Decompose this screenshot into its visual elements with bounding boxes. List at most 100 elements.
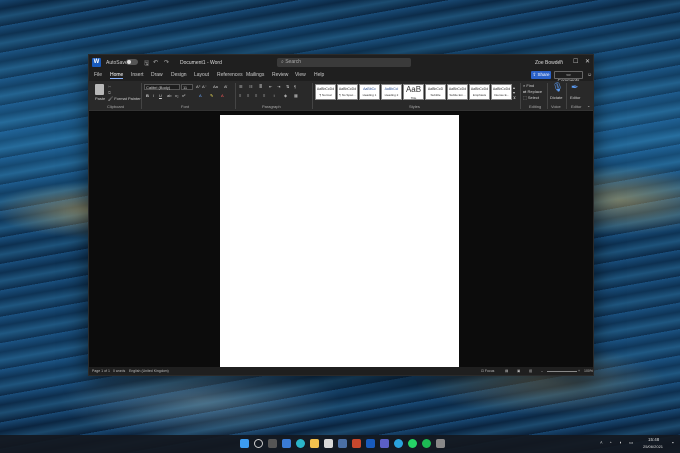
style-subtle-emphasis[interactable]: AaBbCcDd Subtle Em... bbox=[447, 84, 468, 100]
tab-layout[interactable]: Layout bbox=[194, 72, 209, 78]
redo-icon[interactable]: ↷ bbox=[164, 59, 169, 66]
bullets-icon[interactable]: ☰ bbox=[239, 84, 243, 89]
strikethrough-icon[interactable]: ab bbox=[167, 93, 171, 98]
style-normal[interactable]: AaBbCcDd ¶ Normal bbox=[315, 84, 336, 100]
text-effects-icon[interactable]: A bbox=[199, 93, 202, 98]
undo-icon[interactable]: ↶ bbox=[153, 59, 158, 66]
editor-pen-icon[interactable]: ✒ bbox=[571, 82, 579, 93]
close-button[interactable]: ✕ bbox=[585, 58, 590, 65]
edge-icon[interactable] bbox=[296, 439, 305, 448]
tab-draw[interactable]: Draw bbox=[151, 72, 163, 78]
print-layout-icon[interactable]: ▣ bbox=[517, 369, 520, 373]
save-icon[interactable]: 🖫 bbox=[144, 59, 149, 69]
shading-icon[interactable]: ◈ bbox=[284, 93, 287, 98]
highlight-icon[interactable]: ✎ bbox=[210, 93, 213, 98]
comments-button[interactable]: ▭ Comments bbox=[554, 71, 583, 83]
search-icon[interactable] bbox=[254, 439, 263, 448]
microphone-icon[interactable]: 🎙 bbox=[552, 82, 563, 93]
office-icon[interactable] bbox=[352, 439, 361, 448]
borders-icon[interactable]: ▦ bbox=[294, 93, 298, 98]
tab-mailings[interactable]: Mailings bbox=[246, 72, 264, 78]
autosave-toggle[interactable] bbox=[126, 59, 138, 65]
task-view-icon[interactable] bbox=[268, 439, 277, 448]
dictate-label[interactable]: Dictate bbox=[550, 95, 562, 100]
file-explorer-icon[interactable] bbox=[310, 439, 319, 448]
style-no-spacing[interactable]: AaBbCcDd ¶ No Spac... bbox=[337, 84, 358, 100]
tab-help[interactable]: Help bbox=[314, 72, 324, 78]
start-icon[interactable] bbox=[240, 439, 249, 448]
font-family-select[interactable]: Calibri (Body) bbox=[144, 84, 180, 90]
document-page[interactable] bbox=[220, 115, 459, 368]
increase-indent-icon[interactable]: ⇥ bbox=[277, 84, 280, 89]
web-layout-icon[interactable]: ▥ bbox=[529, 369, 532, 373]
underline-button[interactable]: U bbox=[159, 93, 162, 98]
decrease-indent-icon[interactable]: ⇤ bbox=[269, 84, 272, 89]
style-heading-1[interactable]: AaBbCc Heading 1 bbox=[359, 84, 380, 100]
find-button[interactable]: ⌕ Find bbox=[523, 83, 534, 88]
align-right-icon[interactable]: ≡ bbox=[255, 93, 257, 98]
tab-file[interactable]: File bbox=[94, 72, 102, 78]
store-icon[interactable] bbox=[324, 439, 333, 448]
paste-icon[interactable] bbox=[95, 84, 104, 95]
spotify-icon[interactable] bbox=[422, 439, 431, 448]
volume-icon[interactable]: ◖ bbox=[619, 440, 622, 445]
smiley-icon[interactable]: ☺ bbox=[587, 72, 592, 78]
read-mode-icon[interactable]: ▤ bbox=[505, 369, 508, 373]
maximize-button[interactable]: ☐ bbox=[573, 58, 578, 65]
clock-date[interactable]: 25/06/2021 bbox=[643, 444, 663, 449]
font-color-icon[interactable]: A bbox=[221, 93, 224, 98]
align-center-icon[interactable]: ≡ bbox=[247, 93, 249, 98]
zoom-in-icon[interactable]: + bbox=[578, 369, 580, 373]
justify-icon[interactable]: ≡ bbox=[263, 93, 265, 98]
battery-icon[interactable]: ▭ bbox=[629, 440, 633, 446]
tab-home[interactable]: Home bbox=[110, 72, 124, 79]
multilevel-list-icon[interactable]: ≣ bbox=[259, 84, 262, 89]
zoom-level[interactable]: 100% bbox=[584, 369, 593, 373]
style-subtitle[interactable]: AaBbCcD Subtitle bbox=[425, 84, 446, 100]
teams-icon[interactable] bbox=[380, 439, 389, 448]
tab-view[interactable]: View bbox=[295, 72, 306, 78]
style-title[interactable]: AaB Title bbox=[403, 84, 424, 100]
share-button[interactable]: ⇪ Share bbox=[531, 71, 551, 79]
bold-button[interactable]: B bbox=[146, 93, 149, 98]
styles-more-icon[interactable]: ⊻ bbox=[513, 95, 516, 100]
telegram-icon[interactable] bbox=[394, 439, 403, 448]
language-indicator[interactable]: English (United Kingdom) bbox=[129, 369, 169, 373]
italic-button[interactable]: I bbox=[153, 93, 154, 98]
focus-button[interactable]: ⊡ Focus bbox=[481, 369, 494, 373]
clock-time[interactable]: 15:48 bbox=[648, 437, 659, 442]
style-emphasis[interactable]: AaBbCcDd Emphasis bbox=[469, 84, 490, 100]
shrink-font-icon[interactable]: A⁻ bbox=[202, 84, 207, 89]
format-painter-button[interactable]: 🖌 Format Painter bbox=[108, 96, 141, 101]
minimize-button[interactable]: – bbox=[559, 58, 562, 64]
tray-chevron-icon[interactable]: ˄ bbox=[600, 440, 603, 445]
notification-icon[interactable]: ▪ bbox=[672, 440, 674, 445]
grow-font-icon[interactable]: A⁺ bbox=[196, 84, 201, 89]
tab-insert[interactable]: Insert bbox=[131, 72, 144, 78]
collapse-ribbon-icon[interactable]: ⌄ bbox=[587, 103, 590, 108]
editor-label[interactable]: Editor bbox=[570, 95, 580, 100]
change-case-icon[interactable]: Aa bbox=[213, 84, 218, 89]
tab-design[interactable]: Design bbox=[171, 72, 187, 78]
whatsapp-icon[interactable] bbox=[408, 439, 417, 448]
sort-icon[interactable]: ⇅ bbox=[286, 84, 289, 89]
style-heading-2[interactable]: AaBbCcI Heading 2 bbox=[381, 84, 402, 100]
cut-icon[interactable]: ✂ bbox=[108, 84, 111, 89]
settings-icon[interactable] bbox=[436, 439, 445, 448]
page-count[interactable]: Page 1 of 1 bbox=[92, 369, 110, 373]
word-taskbar-icon[interactable] bbox=[366, 439, 375, 448]
font-size-select[interactable]: 11 bbox=[181, 84, 193, 90]
align-left-icon[interactable]: ≡ bbox=[239, 93, 241, 98]
paste-label[interactable]: Paste bbox=[95, 96, 105, 101]
tab-references[interactable]: References bbox=[217, 72, 243, 78]
search-box[interactable]: ⌕ Search bbox=[277, 58, 411, 67]
pilcrow-icon[interactable]: ¶ bbox=[294, 84, 296, 89]
style-intense-emphasis[interactable]: AaBbCcDd Intense E... bbox=[491, 84, 512, 100]
replace-button[interactable]: ⇄ Replace bbox=[523, 89, 542, 94]
line-spacing-icon[interactable]: ↕ bbox=[273, 93, 275, 98]
numbering-icon[interactable]: ☷ bbox=[249, 84, 253, 89]
network-icon[interactable]: ◔ bbox=[609, 440, 612, 445]
superscript-icon[interactable]: x² bbox=[182, 93, 185, 98]
tab-review[interactable]: Review bbox=[272, 72, 288, 78]
widgets-icon[interactable] bbox=[282, 439, 291, 448]
